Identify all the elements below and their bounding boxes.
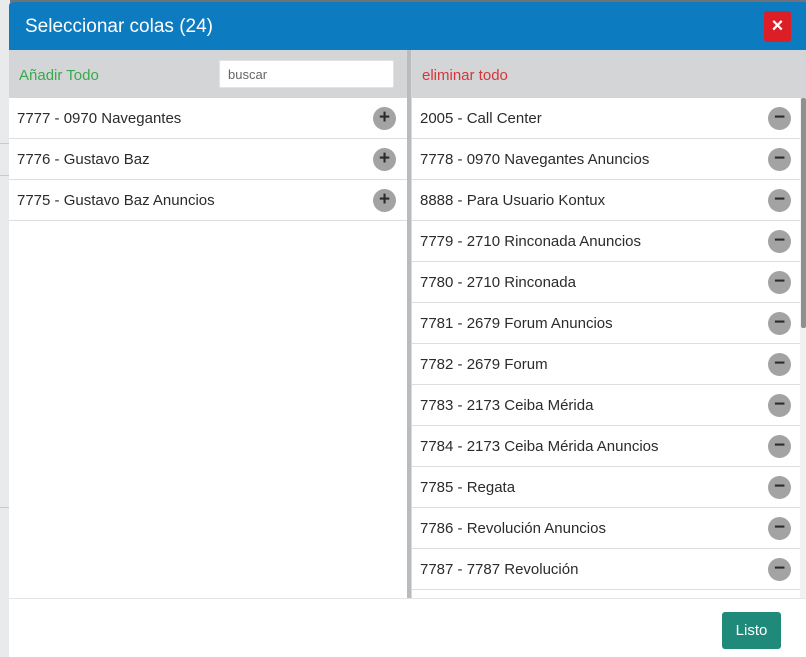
add-queue-plus-icon[interactable]: +	[373, 148, 396, 171]
remove-queue-minus-icon[interactable]: −	[768, 271, 791, 294]
remove-queue-minus-icon[interactable]: −	[768, 476, 791, 499]
close-icon: ×	[771, 15, 784, 37]
list-item[interactable]: 7784 - 2173 Ceiba Mérida Anuncios −	[412, 426, 806, 467]
queue-label: 7776 - Gustavo Baz	[17, 151, 150, 168]
remove-queue-minus-icon[interactable]: −	[768, 353, 791, 376]
queue-label: 7782 - 2679 Forum	[420, 356, 548, 373]
selected-toolbar: eliminar todo	[412, 50, 806, 98]
list-item[interactable]: 7775 - Gustavo Baz Anuncios +	[9, 180, 407, 221]
modal-footer: Listo	[9, 598, 806, 657]
available-queues-list: 7777 - 0970 Navegantes +7776 - Gustavo Ba…	[9, 98, 407, 221]
remove-queue-minus-icon[interactable]: −	[768, 189, 791, 212]
remove-queue-minus-icon[interactable]: −	[768, 435, 791, 458]
selected-queues-list: 2005 - Call Center −7778 - 0970 Navegante…	[412, 98, 806, 590]
queue-label: 7781 - 2679 Forum Anuncios	[420, 315, 613, 332]
modal-header: Seleccionar colas (24) ×	[9, 2, 806, 50]
available-toolbar: Añadir Todo	[9, 50, 407, 98]
list-item[interactable]: 2005 - Call Center −	[412, 98, 806, 139]
list-item[interactable]: 7778 - 0970 Navegantes Anuncios −	[412, 139, 806, 180]
available-queues-pane: Añadir Todo 7777 - 0970 Navegantes +7776 …	[9, 50, 407, 598]
add-queue-plus-icon[interactable]: +	[373, 189, 396, 212]
queue-label: 7783 - 2173 Ceiba Mérida	[420, 397, 594, 414]
queue-label: 7787 - 7787 Revolución	[420, 561, 579, 578]
remove-all-button[interactable]: eliminar todo	[422, 67, 508, 84]
list-item[interactable]: 7781 - 2679 Forum Anuncios −	[412, 303, 806, 344]
remove-queue-minus-icon[interactable]: −	[768, 230, 791, 253]
list-item[interactable]: 7783 - 2173 Ceiba Mérida −	[412, 385, 806, 426]
list-item[interactable]: 7776 - Gustavo Baz +	[9, 139, 407, 180]
remove-queue-minus-icon[interactable]: −	[768, 517, 791, 540]
select-queues-modal: Seleccionar colas (24) × Añadir Todo 777…	[9, 2, 806, 657]
add-all-button[interactable]: Añadir Todo	[19, 67, 99, 84]
scrollbar-thumb[interactable]	[801, 98, 806, 328]
close-button[interactable]: ×	[764, 11, 791, 42]
queue-label: 7785 - Regata	[420, 479, 516, 496]
add-queue-plus-icon[interactable]: +	[373, 107, 396, 130]
list-item[interactable]: 7779 - 2710 Rinconada Anuncios −	[412, 221, 806, 262]
remove-queue-minus-icon[interactable]: −	[768, 394, 791, 417]
queue-label: 7779 - 2710 Rinconada Anuncios	[420, 233, 642, 250]
queue-label: 7778 - 0970 Navegantes Anuncios	[420, 151, 650, 168]
search-input[interactable]	[219, 60, 394, 88]
list-item[interactable]: 7777 - 0970 Navegantes +	[9, 98, 407, 139]
list-item[interactable]: 7787 - 7787 Revolución −	[412, 549, 806, 590]
queue-label: 8888 - Para Usuario Kontux	[420, 192, 606, 209]
list-item[interactable]: 7786 - Revolución Anuncios −	[412, 508, 806, 549]
modal-title: Seleccionar colas (24)	[25, 16, 213, 37]
done-button[interactable]: Listo	[722, 612, 781, 649]
queue-label: 2005 - Call Center	[420, 110, 542, 127]
queue-label: 7777 - 0970 Navegantes	[17, 110, 182, 127]
list-item[interactable]: 7782 - 2679 Forum −	[412, 344, 806, 385]
list-item[interactable]: 8888 - Para Usuario Kontux −	[412, 180, 806, 221]
list-item[interactable]: 7785 - Regata −	[412, 467, 806, 508]
queue-label: 7780 - 2710 Rinconada	[420, 274, 576, 291]
list-item[interactable]: 7780 - 2710 Rinconada −	[412, 262, 806, 303]
remove-queue-minus-icon[interactable]: −	[768, 107, 791, 130]
selected-queues-pane: eliminar todo 2005 - Call Center −7778 - …	[411, 50, 806, 598]
remove-queue-minus-icon[interactable]: −	[768, 312, 791, 335]
queue-label: 7784 - 2173 Ceiba Mérida Anuncios	[420, 438, 659, 455]
queue-label: 7786 - Revolución Anuncios	[420, 520, 606, 537]
remove-queue-minus-icon[interactable]: −	[768, 148, 791, 171]
queue-label: 7775 - Gustavo Baz Anuncios	[17, 192, 215, 209]
remove-queue-minus-icon[interactable]: −	[768, 558, 791, 581]
